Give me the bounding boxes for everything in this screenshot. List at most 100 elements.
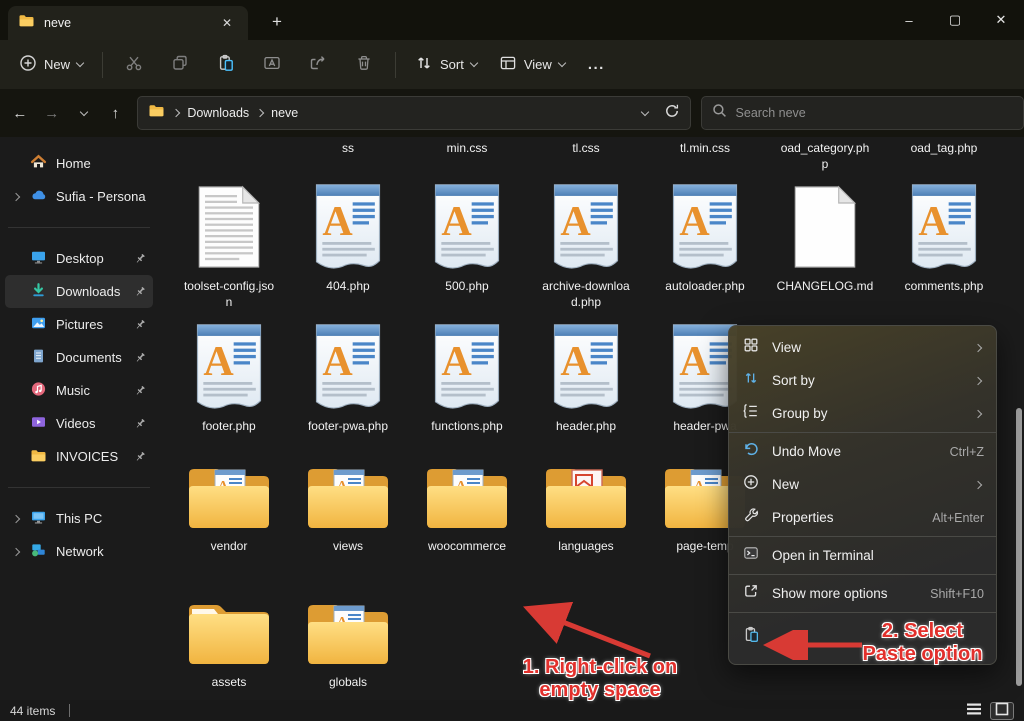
- file-item[interactable]: A500.php: [411, 183, 523, 295]
- file-item[interactable]: oad_category.ph p: [769, 141, 881, 172]
- search-input[interactable]: Search neve: [701, 96, 1024, 130]
- new-button[interactable]: New: [10, 48, 92, 81]
- breadcrumb-downloads[interactable]: Downloads: [187, 106, 249, 120]
- copy-button[interactable]: [159, 48, 201, 81]
- file-label: header.php: [530, 419, 642, 435]
- view-grid-icon: [743, 337, 759, 358]
- delete-button[interactable]: [343, 48, 385, 81]
- file-item[interactable]: Aviews: [292, 455, 404, 555]
- maximize-button[interactable]: ▢: [932, 0, 978, 40]
- sidebar-item-invoices[interactable]: INVOICES: [5, 440, 153, 473]
- sidebar-item-network[interactable]: Network: [5, 535, 153, 568]
- file-item[interactable]: ss: [292, 141, 404, 157]
- plus-circle-icon: [19, 54, 37, 75]
- tab-close-icon[interactable]: ✕: [216, 12, 238, 34]
- file-item[interactable]: Aglobals: [292, 591, 404, 691]
- back-button[interactable]: ←: [4, 97, 36, 129]
- file-item[interactable]: Aarchive-downloa d.php: [530, 183, 642, 310]
- file-item[interactable]: languages: [530, 455, 642, 555]
- chevron-right-icon[interactable]: [11, 516, 21, 522]
- new-tab-button[interactable]: +: [262, 8, 292, 36]
- file-item[interactable]: Aheader.php: [530, 323, 642, 435]
- file-item[interactable]: assets: [173, 591, 285, 691]
- file-item[interactable]: Afooter.php: [173, 323, 285, 435]
- paste-button[interactable]: [205, 48, 247, 81]
- file-label: oad_category.ph p: [769, 141, 881, 172]
- trash-icon: [355, 54, 373, 75]
- sidebar-item-pictures[interactable]: Pictures: [5, 308, 153, 341]
- folder-small-icon: [30, 448, 47, 466]
- chevron-down-icon: [470, 59, 478, 67]
- sidebar-item-this-pc[interactable]: This PC: [5, 502, 153, 535]
- file-item[interactable]: tl.css: [530, 141, 642, 157]
- php-icon: A: [888, 183, 1000, 279]
- file-label: archive-downloa d.php: [530, 279, 642, 310]
- view-icon: [499, 54, 517, 75]
- network-icon: [30, 542, 47, 561]
- php-icon: A: [530, 323, 642, 419]
- address-bar[interactable]: Downloads neve: [137, 96, 690, 130]
- recent-locations-button[interactable]: [68, 97, 100, 129]
- php-icon: A: [411, 323, 523, 419]
- chevron-right-icon: [974, 409, 982, 417]
- toolbar-divider: [102, 52, 103, 78]
- file-item[interactable]: Acomments.php: [888, 183, 1000, 295]
- sidebar-divider: [8, 487, 150, 488]
- sidebar-item-downloads[interactable]: Downloads: [5, 275, 153, 308]
- file-item[interactable]: A404.php: [292, 183, 404, 295]
- file-label: woocommerce: [411, 539, 523, 555]
- svg-text:A: A: [560, 339, 591, 385]
- chevron-right-icon[interactable]: [11, 549, 21, 555]
- menu-item-show-more-options[interactable]: Show more optionsShift+F10: [729, 577, 996, 610]
- menu-item-open-in-terminal[interactable]: Open in Terminal: [729, 539, 996, 572]
- vertical-scrollbar[interactable]: [1016, 408, 1022, 686]
- file-item[interactable]: toolset-config.jso n: [173, 183, 285, 310]
- details-view-button[interactable]: [962, 702, 986, 720]
- file-item[interactable]: CHANGELOG.md: [769, 183, 881, 295]
- view-button[interactable]: View: [490, 48, 574, 81]
- sort-button[interactable]: Sort: [406, 48, 486, 81]
- sidebar-item-sufia-personal[interactable]: Sufia - Personal: [5, 180, 153, 213]
- file-label: 500.php: [411, 279, 523, 295]
- menu-item-properties[interactable]: PropertiesAlt+Enter: [729, 501, 996, 534]
- file-label: globals: [292, 675, 404, 691]
- file-item[interactable]: Aautoloader.php: [649, 183, 761, 295]
- menu-item-view[interactable]: View: [729, 331, 996, 364]
- rename-button[interactable]: [251, 48, 293, 81]
- sidebar-item-music[interactable]: Music: [5, 374, 153, 407]
- menu-divider: [729, 612, 996, 613]
- file-item[interactable]: tl.min.css: [649, 141, 761, 157]
- minimize-button[interactable]: –: [886, 0, 932, 40]
- cut-button[interactable]: [113, 48, 155, 81]
- file-item[interactable]: min.css: [411, 141, 523, 157]
- refresh-icon[interactable]: [664, 103, 680, 124]
- sidebar-item-documents[interactable]: Documents: [5, 341, 153, 374]
- more-options-button[interactable]: ...: [578, 52, 615, 77]
- up-button[interactable]: ↑: [99, 97, 131, 129]
- close-button[interactable]: ✕: [978, 0, 1024, 40]
- sidebar-item-desktop[interactable]: Desktop: [5, 242, 153, 275]
- chevron-right-icon[interactable]: [11, 194, 21, 200]
- chevron-down-icon[interactable]: [640, 107, 648, 115]
- file-item[interactable]: Afooter-pwa.php: [292, 323, 404, 435]
- tab-neve[interactable]: neve ✕: [8, 6, 248, 40]
- file-label: languages: [530, 539, 642, 555]
- share-button[interactable]: [297, 48, 339, 81]
- file-item[interactable]: Awoocommerce: [411, 455, 523, 555]
- terminal-icon: [743, 545, 759, 566]
- menu-item-group-by[interactable]: Group by: [729, 397, 996, 430]
- menu-item-new[interactable]: New: [729, 468, 996, 501]
- breadcrumb-neve[interactable]: neve: [271, 106, 298, 120]
- sidebar-item-videos[interactable]: Videos: [5, 407, 153, 440]
- file-item[interactable]: oad_tag.php: [888, 141, 1000, 157]
- file-item[interactable]: Afunctions.php: [411, 323, 523, 435]
- chevron-right-icon: [256, 109, 264, 117]
- large-icons-view-button[interactable]: [990, 702, 1014, 720]
- sidebar-item-home[interactable]: Home: [5, 147, 153, 180]
- menu-item-sort-by[interactable]: Sort by: [729, 364, 996, 397]
- forward-button[interactable]: →: [36, 97, 68, 129]
- file-item[interactable]: Avendor: [173, 455, 285, 555]
- sort-button-label: Sort: [440, 57, 464, 72]
- menu-item-undo-move[interactable]: Undo MoveCtrl+Z: [729, 435, 996, 468]
- sidebar-item-label: Sufia - Personal: [56, 189, 146, 204]
